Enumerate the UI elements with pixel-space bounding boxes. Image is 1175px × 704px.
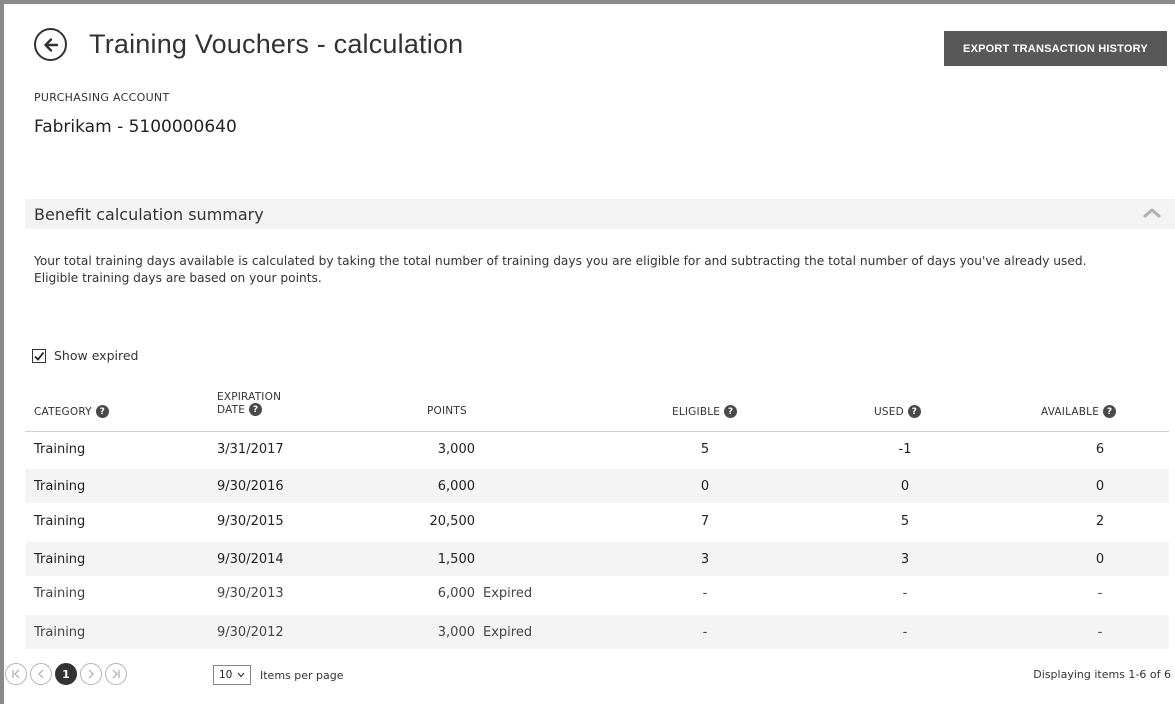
category-help-icon[interactable]: ? — [95, 405, 109, 418]
cell-expiration-date: 9/30/2016 — [217, 478, 284, 494]
back-button[interactable] — [34, 28, 67, 61]
header-eligible[interactable]: ELIGIBLE ? — [672, 405, 738, 418]
cell-points: 3,000 — [437, 441, 475, 457]
cell-used: 5 — [900, 513, 910, 529]
cell-eligible: 5 — [700, 441, 710, 457]
benefit-summary-section-header[interactable]: Benefit calculation summary — [25, 199, 1175, 229]
cell-eligible: 7 — [700, 513, 710, 529]
cell-points: 6,000 — [437, 585, 475, 601]
page-header: Training Vouchers - calculation — [34, 28, 463, 61]
available-help-icon[interactable]: ? — [1103, 405, 1117, 418]
cell-used: -1 — [898, 441, 912, 457]
cell-points: 1,500 — [437, 551, 475, 567]
header-expiration-line1: EXPIRATION — [217, 391, 282, 403]
used-help-icon[interactable]: ? — [907, 405, 921, 418]
cell-expiration-date: 3/31/2017 — [217, 441, 284, 457]
cell-expiration-date: 9/30/2015 — [217, 513, 284, 529]
cell-points: 6,000 — [437, 478, 475, 494]
cell-available: 0 — [1095, 551, 1105, 567]
checkmark-icon — [34, 351, 45, 361]
cell-category: Training — [34, 551, 86, 567]
cell-available: 0 — [1095, 478, 1105, 494]
description-line-2: Eligible training days are based on your… — [34, 271, 322, 285]
chevron-down-icon — [237, 672, 245, 678]
cell-used: 3 — [900, 551, 910, 567]
cell-used: 0 — [900, 478, 910, 494]
benefit-description: Your total training days available is ca… — [34, 253, 1174, 287]
table-header: CATEGORY ? EXPIRATION DATE ? POINTS ELIG… — [25, 385, 1169, 432]
table-row: Training 3/31/2017 3,000 5 -1 6 — [25, 432, 1169, 466]
cell-available: - — [1097, 585, 1103, 601]
cell-eligible: 0 — [700, 478, 710, 494]
previous-page-button[interactable] — [30, 663, 52, 685]
pagination: 1 — [5, 663, 130, 685]
chevron-right-icon — [88, 669, 94, 679]
cell-used: - — [902, 624, 908, 640]
displaying-items-text: Displaying items 1-6 of 6 — [1033, 668, 1171, 681]
export-transaction-history-button[interactable]: EXPORT TRANSACTION HISTORY — [944, 31, 1167, 66]
items-per-page-value: 10 — [219, 669, 233, 681]
header-category-label: CATEGORY — [34, 405, 92, 418]
header-expiration-line2-wrap: DATE ? — [217, 403, 263, 416]
section-title: Benefit calculation summary — [34, 204, 264, 224]
chevron-up-icon[interactable] — [1143, 206, 1161, 220]
purchasing-account-label: PURCHASING ACCOUNT — [34, 91, 170, 104]
back-arrow-icon — [43, 37, 58, 52]
cell-category: Training — [34, 585, 86, 601]
eligible-help-icon[interactable]: ? — [724, 405, 738, 418]
first-page-icon — [12, 669, 20, 679]
cell-available: - — [1097, 624, 1103, 640]
page-title: Training Vouchers - calculation — [89, 29, 464, 59]
table-row: Training 9/30/2014 1,500 3 3 0 — [25, 542, 1169, 576]
cell-eligible: - — [702, 624, 708, 640]
show-expired-label: Show expired — [54, 348, 139, 363]
header-points-label: POINTS — [427, 405, 467, 417]
header-available-label: AVAILABLE — [1041, 405, 1100, 418]
last-page-icon — [112, 669, 120, 679]
header-used[interactable]: USED ? — [874, 405, 921, 418]
show-expired-checkbox[interactable] — [32, 348, 46, 363]
table-row: Training 9/30/2012 3,000 Expired - - - — [25, 615, 1169, 649]
cell-points: 3,000 — [437, 624, 475, 640]
header-expiration-line2: DATE — [217, 403, 246, 416]
items-per-page-select[interactable]: 10 — [213, 665, 251, 685]
purchasing-account-value: Fabrikam - 5100000640 — [34, 117, 237, 137]
header-category[interactable]: CATEGORY ? — [34, 405, 109, 418]
first-page-button[interactable] — [5, 663, 27, 685]
table-row: Training 9/30/2016 6,000 0 0 0 — [25, 469, 1169, 503]
window-frame-top — [0, 0, 1175, 4]
cell-used: - — [902, 585, 908, 601]
cell-expiration-date: 9/30/2012 — [217, 624, 284, 640]
description-line-1: Your total training days available is ca… — [34, 254, 1087, 268]
items-per-page-label: Items per page — [260, 668, 344, 682]
next-page-button[interactable] — [80, 663, 102, 685]
cell-status: Expired — [483, 585, 533, 601]
cell-status: Expired — [483, 624, 533, 640]
header-points[interactable]: POINTS — [427, 405, 467, 417]
items-per-page: 10 Items per page — [213, 665, 344, 685]
cell-available: 2 — [1095, 513, 1105, 529]
show-expired-toggle[interactable]: Show expired — [32, 348, 138, 363]
header-expiration-date[interactable]: EXPIRATION DATE ? — [217, 391, 281, 416]
cell-points: 20,500 — [429, 513, 476, 529]
cell-available: 6 — [1095, 441, 1105, 457]
cell-category: Training — [34, 624, 86, 640]
header-available[interactable]: AVAILABLE ? — [1041, 405, 1117, 418]
cell-eligible: - — [702, 585, 708, 601]
cell-expiration-date: 9/30/2013 — [217, 585, 284, 601]
cell-expiration-date: 9/30/2014 — [217, 551, 284, 567]
chevron-left-icon — [38, 669, 44, 679]
window-frame-left — [0, 0, 4, 704]
header-eligible-label: ELIGIBLE — [672, 405, 721, 418]
table-row: Training 9/30/2013 6,000 Expired - - - — [25, 576, 1169, 610]
expiration-help-icon[interactable]: ? — [249, 403, 263, 416]
cell-category: Training — [34, 513, 86, 529]
cell-category: Training — [34, 478, 86, 494]
last-page-button[interactable] — [105, 663, 127, 685]
page-button-current[interactable]: 1 — [55, 663, 77, 685]
header-used-label: USED — [874, 405, 904, 418]
cell-category: Training — [34, 441, 86, 457]
table-row: Training 9/30/2015 20,500 7 5 2 — [25, 504, 1169, 538]
cell-eligible: 3 — [700, 551, 710, 567]
